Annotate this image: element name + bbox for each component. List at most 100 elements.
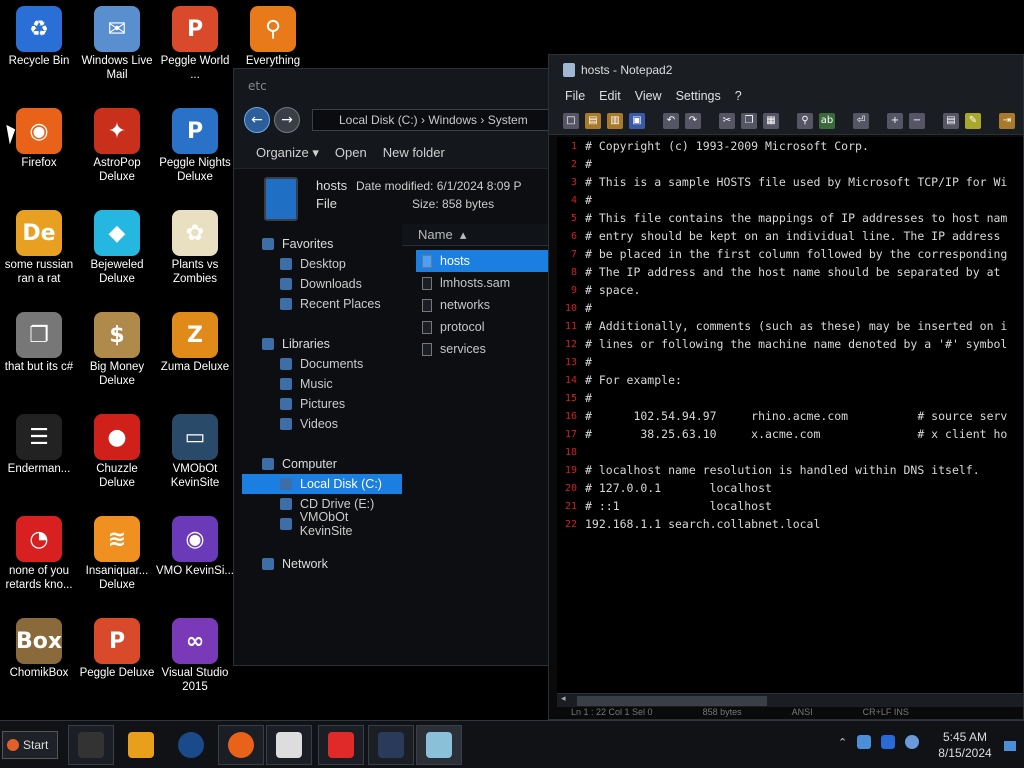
desktop-icon-14[interactable]: ● Chuzzle Deluxe: [78, 414, 156, 490]
firefox-icon: [228, 732, 254, 758]
replace-icon[interactable]: ab: [819, 112, 835, 129]
desktop-icon-5[interactable]: ✦ AstroPop Deluxe: [78, 108, 156, 184]
menu-file[interactable]: File: [565, 89, 585, 103]
desktop-icon-15[interactable]: ▭ VMObOt KevinSite: [156, 414, 234, 490]
desktop-icon-0[interactable]: ♻ Recycle Bin: [0, 6, 78, 68]
desktop-icon-1[interactable]: ✉ Windows Live Mail: [78, 6, 156, 82]
save-icon[interactable]: ▣: [629, 112, 645, 129]
horizontal-scrollbar[interactable]: ◂: [557, 693, 1023, 707]
redo-icon[interactable]: ↷: [685, 112, 701, 129]
details-pane: hosts File Date modified: 6/1/2024 8:09 …: [234, 169, 562, 229]
scheme-icon[interactable]: ▤: [943, 112, 959, 129]
exit-icon[interactable]: ⇥: [999, 112, 1015, 129]
paste-icon[interactable]: ▦: [763, 112, 779, 129]
taskbar-explorer[interactable]: [368, 725, 414, 765]
organize-button[interactable]: Organize ▾: [256, 145, 319, 161]
clock[interactable]: 5:45 AM 8/15/2024: [925, 729, 1005, 761]
menu-help[interactable]: ?: [735, 89, 742, 103]
editor-line: 2 #: [557, 155, 1023, 173]
zoom-out-icon[interactable]: −: [909, 112, 925, 129]
cut-icon[interactable]: ✂: [719, 112, 735, 129]
tray-app-icon[interactable]: [857, 735, 872, 749]
taskbar-notepad[interactable]: [416, 725, 462, 765]
taskbar-ie[interactable]: [168, 725, 214, 765]
nav-videos[interactable]: Videos: [242, 414, 402, 434]
new-file-icon[interactable]: □: [563, 112, 579, 129]
tray-network-icon[interactable]: [881, 735, 896, 749]
new-folder-button[interactable]: New folder: [383, 145, 445, 160]
desktop-icon-label: Plants vs Zombies: [171, 259, 219, 285]
nav-desktop[interactable]: Desktop: [242, 254, 402, 274]
desktop-icon-2[interactable]: P Peggle World ...: [156, 6, 234, 82]
file-item-protocol[interactable]: protocol: [416, 316, 548, 338]
show-desktop-icon[interactable]: [1004, 741, 1016, 751]
undo-icon[interactable]: ↶: [663, 112, 679, 129]
explorer-window[interactable]: etc ← → Local Disk (C:) › Windows › Syst…: [233, 68, 564, 666]
nav-local-disk[interactable]: Local Disk (C:): [242, 474, 402, 494]
nav-network[interactable]: Network: [242, 554, 402, 574]
desktop-icon-20[interactable]: P Peggle Deluxe: [78, 618, 156, 680]
scrollbar-thumb[interactable]: [577, 696, 767, 706]
column-header-name[interactable]: Name ▴: [402, 224, 564, 246]
menu-edit[interactable]: Edit: [599, 89, 621, 103]
word-wrap-icon[interactable]: ⏎: [853, 112, 869, 129]
desktop-icon-16[interactable]: ◔ none of you retards kno...: [0, 516, 78, 592]
desktop-icon-19[interactable]: Box ChomikBox: [0, 618, 78, 680]
customize-icon[interactable]: ✎: [965, 112, 981, 129]
desktop-icon-6[interactable]: P Peggle Nights Deluxe: [156, 108, 234, 184]
zuma-icon: Z: [172, 312, 218, 358]
desktop-icon-21[interactable]: ∞ Visual Studio 2015: [156, 618, 234, 694]
nav-pictures[interactable]: Pictures: [242, 394, 402, 414]
explorer-icon: [378, 732, 404, 758]
nav-documents[interactable]: Documents: [242, 354, 402, 374]
file-item-services[interactable]: services: [416, 338, 548, 360]
forward-button[interactable]: →: [274, 107, 300, 133]
nav-recent-places[interactable]: Recent Places: [242, 294, 402, 314]
browse-icon[interactable]: ▥: [607, 112, 623, 129]
back-button[interactable]: ←: [244, 107, 270, 133]
nav-computer[interactable]: Computer: [242, 454, 402, 474]
desktop-icon-10[interactable]: ❐ that but its c#: [0, 312, 78, 374]
editor-line: 12 # lines or following the machine name …: [557, 335, 1023, 353]
desktop-icon-12[interactable]: Z Zuma Deluxe: [156, 312, 234, 374]
file-item-hosts[interactable]: hosts: [416, 250, 548, 272]
nav-downloads[interactable]: Downloads: [242, 274, 402, 294]
taskbar-terminal[interactable]: [68, 725, 114, 765]
address-bar[interactable]: Local Disk (C:) › Windows › System: [312, 109, 562, 131]
tray-volume-icon[interactable]: [905, 735, 920, 749]
desktop-icon-9[interactable]: ✿ Plants vs Zombies: [156, 210, 234, 286]
desktop-icon-label: ChomikBox: [9, 667, 69, 679]
tray-expand-icon[interactable]: ⌃: [838, 736, 847, 749]
desktop-icon-7[interactable]: De some russian ran a rat: [0, 210, 78, 286]
scroll-left-icon[interactable]: ◂: [561, 694, 566, 704]
line-text: # This is a sample HOSTS file used by Mi…: [585, 175, 1008, 189]
find-icon[interactable]: ⚲: [797, 112, 813, 129]
file-item-lmhosts[interactable]: lmhosts.sam: [416, 272, 548, 294]
desktop-icon-11[interactable]: $ Big Money Deluxe: [78, 312, 156, 388]
zoom-in-icon[interactable]: +: [887, 112, 903, 129]
menu-view[interactable]: View: [635, 89, 662, 103]
nav-favorites[interactable]: Favorites: [242, 234, 402, 254]
desktop-icon-13[interactable]: ☰ Enderman...: [0, 414, 78, 476]
start-button[interactable]: Start: [2, 731, 58, 759]
nav-music[interactable]: Music: [242, 374, 402, 394]
nav-network-drive[interactable]: VMObOt KevinSite: [242, 510, 402, 538]
desktop-icon-17[interactable]: ≋ Insaniquar... Deluxe: [78, 516, 156, 592]
desktop-icon-3[interactable]: ⚲ Everything: [234, 6, 312, 68]
taskbar-solitaire[interactable]: [266, 725, 312, 765]
taskbar-media-player[interactable]: [118, 725, 164, 765]
open-folder-icon[interactable]: ▤: [585, 112, 601, 129]
line-number: 21: [564, 500, 577, 512]
open-button[interactable]: Open: [335, 145, 367, 160]
desktop-icon-18[interactable]: ◉ VMO KevinSi...: [156, 516, 234, 578]
desktop-icon-8[interactable]: ◆ Bejeweled Deluxe: [78, 210, 156, 286]
nav-libraries[interactable]: Libraries: [242, 334, 402, 354]
taskbar-anydesk[interactable]: [318, 725, 364, 765]
copy-icon[interactable]: ❐: [741, 112, 757, 129]
file-item-networks[interactable]: networks: [416, 294, 548, 316]
notepad-window[interactable]: hosts - Notepad2 File Edit View Settings…: [548, 54, 1024, 720]
line-number: 7: [570, 248, 577, 260]
taskbar-firefox[interactable]: [218, 725, 264, 765]
menu-settings[interactable]: Settings: [676, 89, 721, 103]
text-editor[interactable]: 1 # Copyright (c) 1993-2009 Microsoft Cor…: [557, 137, 1023, 697]
